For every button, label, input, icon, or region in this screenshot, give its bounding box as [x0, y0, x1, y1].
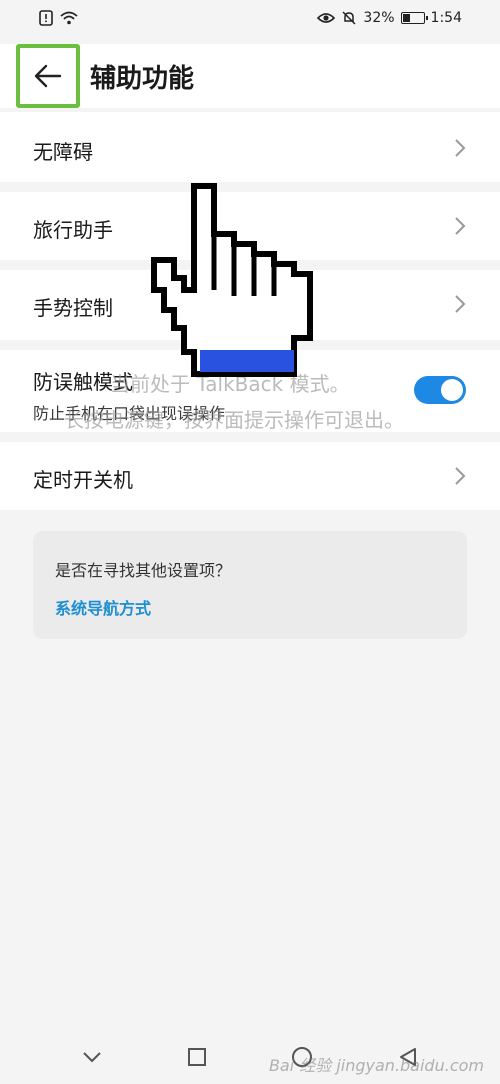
system-navigation-link[interactable]: 系统导航方式	[55, 595, 151, 619]
suggestion-card: 是否在寻找其他设置项？ 系统导航方式	[33, 531, 467, 639]
alert-icon	[39, 10, 53, 26]
chevron-right-icon	[455, 217, 466, 235]
status-bar: 32% 1:54	[0, 0, 500, 36]
settings-item-scheduled-power[interactable]: 定时开关机	[0, 442, 500, 510]
baidu-watermark: Bai 经验 jingyan.baidu.com	[268, 1056, 484, 1075]
toggle-knob	[441, 379, 463, 401]
chevron-right-icon	[455, 139, 466, 157]
accidental-touch-toggle[interactable]	[414, 376, 466, 404]
item-label: 无障碍	[33, 140, 93, 164]
nav-collapse-icon[interactable]	[81, 1050, 103, 1064]
clock: 1:54	[430, 10, 462, 26]
page-title: 辅助功能	[90, 64, 195, 94]
back-button[interactable]	[16, 44, 80, 108]
pointing-hand-cursor-icon	[151, 183, 313, 377]
wifi-icon	[60, 11, 78, 25]
back-arrow-icon	[34, 64, 62, 88]
battery-icon	[400, 12, 428, 24]
chevron-right-icon	[455, 467, 466, 485]
item-label: 手势控制	[33, 296, 113, 320]
nav-recent-icon[interactable]	[186, 1046, 208, 1068]
battery-percent: 32%	[363, 10, 395, 26]
item-label: 定时开关机	[33, 468, 133, 492]
eye-icon	[317, 13, 336, 23]
suggestion-question: 是否在寻找其他设置项？	[55, 561, 232, 580]
item-label: 旅行助手	[33, 218, 113, 242]
talkback-overlay-line2: 长按电源键，按界面提示操作可退出。	[64, 408, 404, 432]
settings-item-accessibility[interactable]: 无障碍	[0, 112, 500, 182]
mute-bell-icon	[342, 11, 356, 25]
app-header: 辅助功能	[0, 44, 500, 108]
chevron-right-icon	[455, 295, 466, 313]
